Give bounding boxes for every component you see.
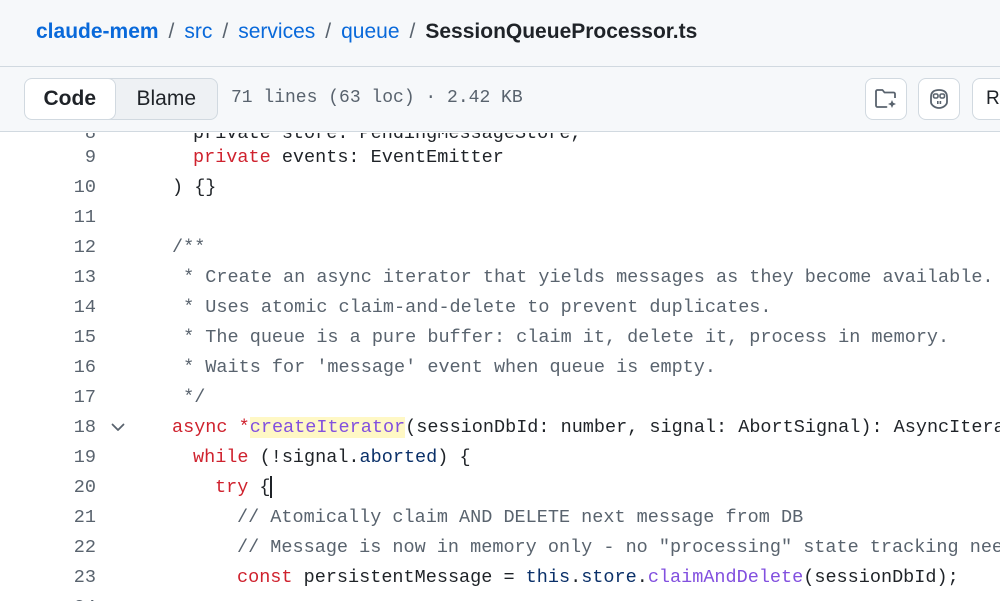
code-tab[interactable]: Code bbox=[25, 79, 116, 119]
code-text: . bbox=[570, 566, 582, 588]
line-number: 19 bbox=[73, 446, 96, 468]
code-line: 14 * Uses atomic claim-and-delete to pre… bbox=[0, 292, 1000, 322]
line-number: 11 bbox=[73, 206, 96, 228]
code-line: 19 while (!signal.aborted) { bbox=[0, 442, 1000, 472]
breadcrumb-separator: / bbox=[222, 20, 229, 43]
property-name: store bbox=[581, 566, 637, 588]
line-number: 23 bbox=[73, 566, 96, 588]
line-number: 21 bbox=[73, 506, 96, 528]
chevron-down-icon[interactable] bbox=[110, 419, 126, 435]
folder-sparkle-icon bbox=[875, 89, 896, 108]
code-line: 23 const persistentMessage = this.store.… bbox=[0, 562, 1000, 592]
comment-text: */ bbox=[172, 386, 206, 408]
line-number: 18 bbox=[73, 416, 96, 438]
code-text: { bbox=[248, 476, 271, 498]
code-line: 10 ) {} bbox=[0, 172, 1000, 202]
breadcrumb-queue-link[interactable]: queue bbox=[341, 20, 399, 43]
text-cursor bbox=[269, 476, 272, 498]
comment-text: * Waits for 'message' event when queue i… bbox=[172, 356, 716, 378]
code-line: 16 * Waits for 'message' event when queu… bbox=[0, 352, 1000, 382]
this-keyword: this bbox=[525, 566, 571, 588]
breadcrumb-file-name: SessionQueueProcessor.ts bbox=[425, 20, 698, 43]
file-info: 71 lines (63 loc) · 2.42 KB bbox=[231, 88, 523, 108]
code-line: 22 // Message is now in memory only - no… bbox=[0, 532, 1000, 562]
line-number: 14 bbox=[73, 296, 96, 318]
keyword: while bbox=[193, 446, 249, 468]
line-number: 15 bbox=[73, 326, 96, 348]
comment-text: * Create an async iterator that yields m… bbox=[172, 266, 994, 288]
line-number: 12 bbox=[73, 236, 96, 258]
breadcrumb-separator: / bbox=[409, 20, 416, 43]
line-number: 22 bbox=[73, 536, 96, 558]
comment-text: * The queue is a pure buffer: claim it, … bbox=[172, 326, 950, 348]
view-mode-toggle: Code Blame bbox=[24, 78, 218, 120]
keyword: private bbox=[193, 146, 271, 168]
code-line: 17 */ bbox=[0, 382, 1000, 412]
breadcrumb-src-link[interactable]: src bbox=[184, 20, 212, 43]
code-line-partial: 24 bbox=[0, 592, 1000, 601]
code-line: 15 * The queue is a pure buffer: claim i… bbox=[0, 322, 1000, 352]
line-number: 9 bbox=[84, 146, 96, 168]
line-number: 16 bbox=[73, 356, 96, 378]
copilot-button[interactable] bbox=[918, 78, 960, 120]
code-line: 13 * Create an async iterator that yield… bbox=[0, 262, 1000, 292]
comment-text: // Message is now in memory only - no "p… bbox=[237, 536, 1000, 558]
property-name: aborted bbox=[359, 446, 438, 468]
code-text: ) { bbox=[437, 446, 471, 468]
generator-star: * bbox=[227, 416, 250, 438]
file-toolbar: Code Blame 71 lines (63 loc) · 2.42 KB R… bbox=[0, 66, 1000, 132]
line-number: 13 bbox=[73, 266, 96, 288]
code-text: (!signal. bbox=[248, 446, 360, 468]
breadcrumb: claude-mem / src / services / queue / SessionQue… bbox=[36, 19, 697, 45]
breadcrumb-services-link[interactable]: services bbox=[238, 20, 315, 43]
code-line: 18 async *createIterator(sessionDbId: nu… bbox=[0, 412, 1000, 442]
breadcrumb-separator: / bbox=[168, 20, 175, 43]
keyword: const bbox=[237, 566, 293, 588]
blame-tab[interactable]: Blame bbox=[116, 79, 217, 119]
breadcrumb-separator: / bbox=[325, 20, 332, 43]
line-number: 24 bbox=[0, 597, 96, 601]
code-text: ) {} bbox=[172, 176, 217, 198]
breadcrumb-repo-link[interactable]: claude-mem bbox=[36, 20, 159, 43]
line-number: 17 bbox=[73, 386, 96, 408]
comment-text: /** bbox=[172, 236, 206, 258]
breadcrumb-bar: claude-mem / src / services / queue / SessionQue… bbox=[0, 0, 1000, 66]
copilot-icon bbox=[930, 89, 948, 109]
line-number: 10 bbox=[73, 176, 96, 198]
function-name-highlighted[interactable]: createIterator bbox=[249, 416, 406, 438]
line-number: 20 bbox=[73, 476, 96, 498]
folder-button[interactable] bbox=[865, 78, 907, 120]
code-text: (sessionDbId); bbox=[803, 566, 959, 588]
raw-button[interactable]: Raw bbox=[972, 78, 1000, 120]
code-line: 21 // Atomically claim AND DELETE next m… bbox=[0, 502, 1000, 532]
code-text: . bbox=[636, 566, 648, 588]
code-text: persistentMessage = bbox=[292, 566, 526, 588]
code-view: 8 private store: PendingMessageStore, 9 … bbox=[0, 133, 1000, 601]
code-line: 12 /** bbox=[0, 232, 1000, 262]
comment-text: * Uses atomic claim-and-delete to preven… bbox=[172, 296, 772, 318]
code-line: 11 bbox=[0, 202, 1000, 232]
function-name: claimAndDelete bbox=[647, 566, 804, 588]
keyword: try bbox=[215, 476, 249, 498]
code-text: (sessionDbId: number, signal: AbortSigna… bbox=[405, 416, 1000, 438]
comment-text: // Atomically claim AND DELETE next mess… bbox=[237, 506, 804, 528]
code-line: 20 try { bbox=[0, 472, 1000, 502]
code-text: events: EventEmitter bbox=[270, 146, 504, 168]
code-line: 9 private events: EventEmitter bbox=[0, 142, 1000, 172]
keyword: async bbox=[172, 416, 228, 438]
